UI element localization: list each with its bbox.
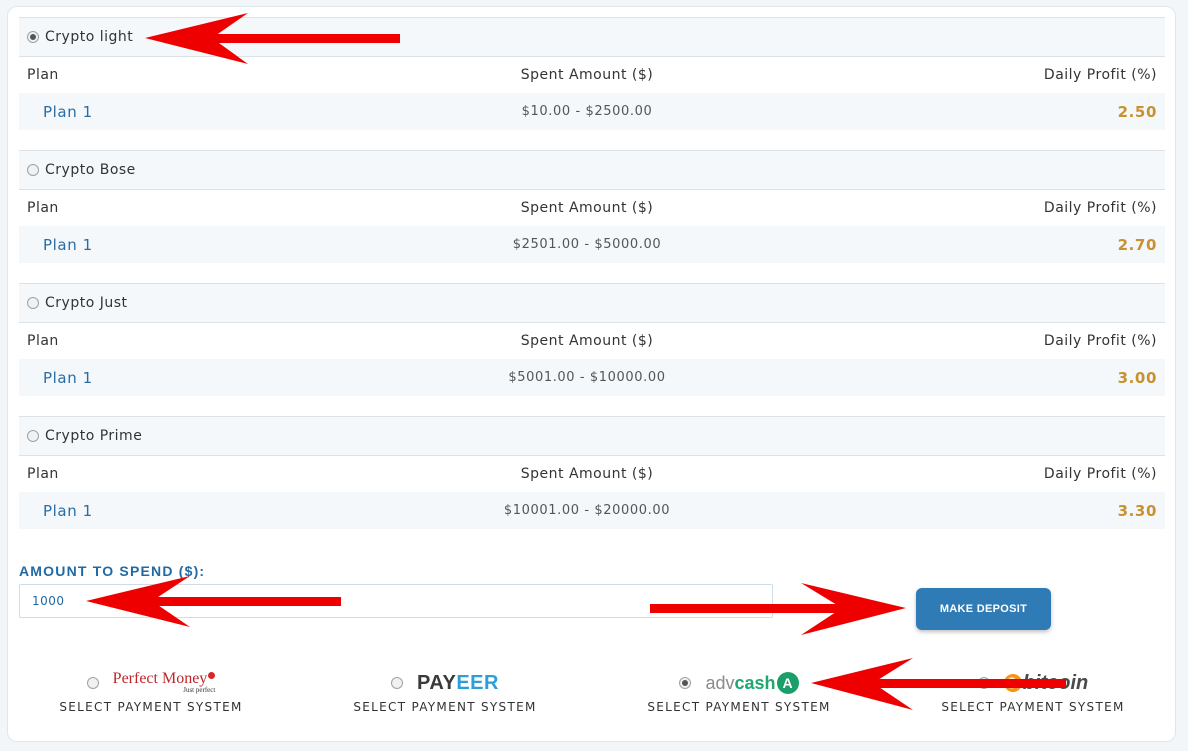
arrow-shaft bbox=[210, 34, 400, 43]
arrow-shaft bbox=[870, 679, 1066, 688]
arrow-shaft bbox=[150, 597, 341, 606]
arrow-shaft bbox=[650, 604, 850, 613]
arrow-annotation-icon bbox=[86, 13, 1066, 710]
